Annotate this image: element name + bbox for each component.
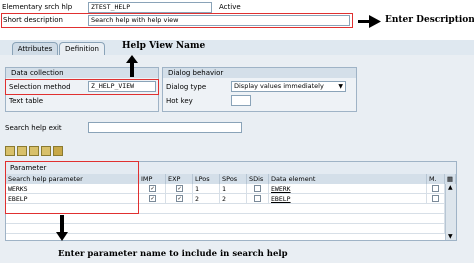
table-row-2-lpos[interactable]: 2 (193, 194, 220, 204)
search-help-exit-field[interactable] (88, 122, 242, 133)
column-header-imp[interactable]: IMP (139, 174, 166, 184)
column-header-lpos[interactable]: LPos (193, 174, 220, 184)
parameter-column-highlight (5, 161, 139, 214)
column-header-sdis[interactable]: SDis (247, 174, 269, 184)
table-vertical-scrollbar[interactable]: ▲ ▼ (445, 184, 456, 240)
table-row-1-spos[interactable]: 1 (220, 184, 247, 194)
enter-parameter-annotation: Enter parameter name to include in searc… (58, 249, 288, 259)
table-row-2-imp-cell: ✓ (139, 194, 166, 204)
enter-description-arrow-icon (369, 15, 381, 28)
tab-attributes[interactable]: Attributes (12, 42, 58, 55)
imp-checkbox[interactable]: ✓ (149, 195, 156, 202)
column-header-m[interactable]: M. (427, 174, 445, 184)
dialog-type-value: Display values immediately (234, 82, 324, 90)
cut-icon[interactable] (5, 146, 15, 156)
sdis-checkbox[interactable] (254, 185, 261, 192)
paste-icon[interactable] (29, 146, 39, 156)
chevron-down-icon[interactable]: ▼ (338, 82, 343, 91)
column-header-data-element[interactable]: Data element (269, 174, 427, 184)
m-checkbox[interactable] (432, 185, 439, 192)
table-row-1-exp-cell: ✓ (166, 184, 193, 194)
column-header-spos[interactable]: SPos (220, 174, 247, 184)
scroll-up-icon[interactable]: ▲ (448, 184, 453, 191)
elem-search-help-label: Elementary srch hlp (2, 3, 73, 11)
enter-description-annotation: Enter Description (385, 15, 474, 25)
table-row-2-m-cell (427, 194, 445, 204)
table-row-empty[interactable] (6, 214, 445, 224)
exp-checkbox[interactable]: ✓ (176, 185, 183, 192)
exp-checkbox[interactable]: ✓ (176, 195, 183, 202)
scroll-down-icon[interactable]: ▼ (448, 233, 453, 240)
table-row-2-sdis-cell (247, 194, 269, 204)
selection-method-field[interactable]: Z_HELP_VIEW (88, 81, 156, 92)
table-row-1-element[interactable]: EWERK (269, 184, 427, 194)
dialog-type-label: Dialog type (166, 83, 207, 91)
delete-row-icon[interactable] (53, 146, 63, 156)
imp-checkbox[interactable]: ✓ (149, 185, 156, 192)
enter-parameter-arrow-icon (56, 215, 68, 241)
column-header-exp[interactable]: EXP (166, 174, 193, 184)
table-row-2-exp-cell: ✓ (166, 194, 193, 204)
status-text: Active (219, 3, 241, 11)
table-row-1-sdis-cell (247, 184, 269, 194)
search-help-exit-label: Search help exit (5, 124, 62, 132)
m-checkbox[interactable] (432, 195, 439, 202)
elem-search-help-field[interactable]: ZTEST_HELP (88, 2, 212, 13)
insert-row-icon[interactable] (41, 146, 51, 156)
dialog-behavior-title: Dialog behavior (163, 68, 356, 78)
selection-method-label: Selection method (9, 83, 71, 91)
dialog-type-select[interactable]: Display values immediately ▼ (231, 81, 346, 92)
table-settings-icon[interactable]: ▦ (445, 174, 456, 184)
tab-definition[interactable]: Definition (59, 42, 105, 55)
help-view-arrow-icon (126, 55, 138, 77)
sdis-checkbox[interactable] (254, 195, 261, 202)
text-table-label: Text table (9, 97, 44, 105)
table-row-1-imp-cell: ✓ (139, 184, 166, 194)
table-row-1-m-cell (427, 184, 445, 194)
table-row-1-lpos[interactable]: 1 (193, 184, 220, 194)
short-description-label: Short description (3, 16, 63, 24)
table-row-empty[interactable] (6, 224, 445, 234)
hot-key-label: Hot key (166, 97, 193, 105)
table-row-2-spos[interactable]: 2 (220, 194, 247, 204)
short-description-field[interactable]: Search help with help view (88, 15, 350, 26)
table-row-2-element[interactable]: EBELP (269, 194, 427, 204)
hot-key-field[interactable] (231, 95, 251, 106)
help-view-name-annotation: Help View Name (122, 41, 206, 51)
copy-icon[interactable] (17, 146, 27, 156)
